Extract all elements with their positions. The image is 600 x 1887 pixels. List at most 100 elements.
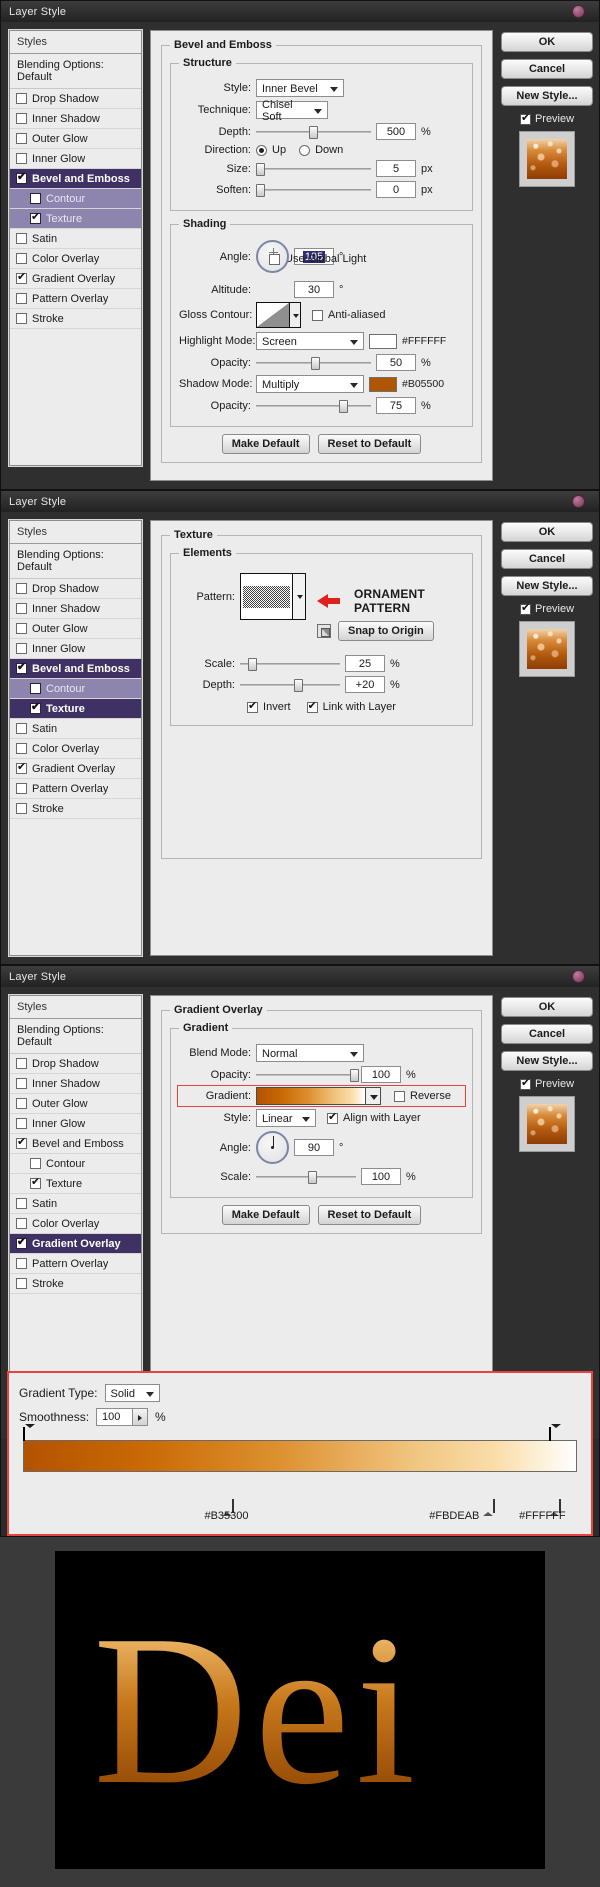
slider-knob[interactable] bbox=[248, 658, 257, 671]
checkbox-icon[interactable] bbox=[16, 643, 27, 654]
highlight-mode-select[interactable]: Screen bbox=[256, 332, 364, 350]
shadow-color-swatch[interactable] bbox=[369, 377, 397, 392]
make-default-button[interactable]: Make Default bbox=[222, 434, 310, 454]
checkbox-icon[interactable] bbox=[16, 583, 27, 594]
scale-input[interactable]: 100 bbox=[361, 1168, 401, 1185]
checkbox-icon[interactable] bbox=[16, 743, 27, 754]
checkbox-icon[interactable] bbox=[16, 783, 27, 794]
close-icon[interactable] bbox=[572, 970, 585, 983]
style-item-pattern-overlay[interactable]: Pattern Overlay bbox=[10, 289, 141, 309]
preview-row[interactable]: Preview bbox=[501, 1078, 593, 1090]
spinner-arrow-icon[interactable] bbox=[132, 1409, 147, 1425]
angle-dial[interactable] bbox=[256, 1131, 289, 1164]
style-item-color-overlay[interactable]: Color Overlay bbox=[10, 739, 141, 759]
checkbox-icon[interactable] bbox=[16, 763, 27, 774]
soften-slider[interactable] bbox=[256, 183, 371, 197]
blending-options-item[interactable]: Blending Options: Default bbox=[10, 544, 141, 579]
checkbox-icon[interactable] bbox=[30, 683, 41, 694]
invert-checkbox[interactable]: Invert bbox=[247, 701, 291, 713]
checkbox-icon[interactable] bbox=[16, 233, 27, 244]
checkbox-icon[interactable] bbox=[312, 310, 323, 321]
checkbox-icon[interactable] bbox=[16, 803, 27, 814]
opacity-input[interactable]: 100 bbox=[361, 1066, 401, 1083]
checkbox-icon[interactable] bbox=[16, 113, 27, 124]
chevron-down-icon[interactable] bbox=[293, 573, 306, 620]
checkbox-icon[interactable] bbox=[16, 93, 27, 104]
checkbox-icon[interactable] bbox=[16, 1058, 27, 1069]
new-style-button[interactable]: New Style... bbox=[501, 86, 593, 106]
close-icon[interactable] bbox=[572, 495, 585, 508]
style-item-texture[interactable]: Texture bbox=[10, 699, 141, 719]
style-item-gradient-overlay[interactable]: Gradient Overlay bbox=[10, 1234, 141, 1254]
style-item-bevel-and-emboss[interactable]: Bevel and Emboss bbox=[10, 659, 141, 679]
checkbox-icon[interactable] bbox=[16, 1258, 27, 1269]
radio-down-icon[interactable] bbox=[299, 145, 310, 156]
cancel-button[interactable]: Cancel bbox=[501, 59, 593, 79]
checkbox-icon[interactable] bbox=[394, 1091, 405, 1102]
checkbox-icon[interactable] bbox=[16, 153, 27, 164]
gloss-contour-swatch[interactable] bbox=[256, 302, 301, 328]
checkbox-icon[interactable] bbox=[16, 173, 27, 184]
checkbox-icon[interactable] bbox=[269, 254, 280, 265]
new-style-button[interactable]: New Style... bbox=[501, 576, 593, 596]
new-style-button[interactable]: New Style... bbox=[501, 1051, 593, 1071]
slider-knob[interactable] bbox=[339, 400, 348, 413]
close-icon[interactable] bbox=[572, 5, 585, 18]
style-select[interactable]: Inner Bevel bbox=[256, 79, 344, 97]
link-with-layer-checkbox[interactable]: Link with Layer bbox=[307, 701, 396, 713]
shadow-mode-select[interactable]: Multiply bbox=[256, 375, 364, 393]
style-item-contour[interactable]: Contour bbox=[10, 1154, 141, 1174]
style-item-outer-glow[interactable]: Outer Glow bbox=[10, 619, 141, 639]
checkbox-icon[interactable] bbox=[16, 293, 27, 304]
gradient-strip[interactable] bbox=[23, 1440, 577, 1472]
style-item-satin[interactable]: Satin bbox=[10, 1194, 141, 1214]
style-item-pattern-overlay[interactable]: Pattern Overlay bbox=[10, 1254, 141, 1274]
highlight-opacity-input[interactable]: 50 bbox=[376, 354, 416, 371]
size-slider[interactable] bbox=[256, 162, 371, 176]
checkbox-icon[interactable] bbox=[16, 253, 27, 264]
style-item-stroke[interactable]: Stroke bbox=[10, 1274, 141, 1294]
checkbox-icon[interactable] bbox=[247, 702, 258, 713]
angle-input[interactable]: 90 bbox=[294, 1139, 334, 1156]
snap-to-origin-button[interactable]: Snap to Origin bbox=[338, 621, 434, 641]
pattern-picker[interactable] bbox=[240, 573, 306, 620]
smoothness-input[interactable]: 100 bbox=[96, 1408, 148, 1426]
checkbox-icon[interactable] bbox=[16, 273, 27, 284]
style-item-gradient-overlay[interactable]: Gradient Overlay bbox=[10, 759, 141, 779]
opacity-slider[interactable] bbox=[256, 1068, 356, 1082]
checkbox-icon[interactable] bbox=[16, 133, 27, 144]
preview-row[interactable]: Preview bbox=[501, 603, 593, 615]
soften-input[interactable]: 0 bbox=[376, 181, 416, 198]
checkbox-icon[interactable] bbox=[30, 213, 41, 224]
preview-row[interactable]: Preview bbox=[501, 113, 593, 125]
checkbox-icon[interactable] bbox=[16, 313, 27, 324]
style-item-color-overlay[interactable]: Color Overlay bbox=[10, 249, 141, 269]
checkbox-icon[interactable] bbox=[16, 723, 27, 734]
style-item-stroke[interactable]: Stroke bbox=[10, 799, 141, 819]
checkbox-icon[interactable] bbox=[30, 703, 41, 714]
radio-up-icon[interactable] bbox=[256, 145, 267, 156]
gradient-picker[interactable] bbox=[256, 1087, 381, 1105]
slider-knob[interactable] bbox=[309, 126, 318, 139]
checkbox-icon[interactable] bbox=[30, 193, 41, 204]
checkbox-icon[interactable] bbox=[30, 1178, 41, 1189]
checkbox-icon[interactable] bbox=[16, 1138, 27, 1149]
style-item-drop-shadow[interactable]: Drop Shadow bbox=[10, 1054, 141, 1074]
gradient-opacity-stop[interactable] bbox=[23, 1428, 34, 1440]
blending-options-item[interactable]: Blending Options: Default bbox=[10, 54, 141, 89]
style-item-outer-glow[interactable]: Outer Glow bbox=[10, 129, 141, 149]
size-input[interactable]: 5 bbox=[376, 160, 416, 177]
style-item-contour[interactable]: Contour bbox=[10, 189, 141, 209]
slider-knob[interactable] bbox=[256, 184, 265, 197]
style-item-bevel-and-emboss[interactable]: Bevel and Emboss bbox=[10, 169, 141, 189]
technique-select[interactable]: Chisel Soft bbox=[256, 101, 328, 119]
checkbox-icon[interactable] bbox=[16, 1238, 27, 1249]
style-item-drop-shadow[interactable]: Drop Shadow bbox=[10, 579, 141, 599]
slider-knob[interactable] bbox=[311, 357, 320, 370]
make-default-button[interactable]: Make Default bbox=[222, 1205, 310, 1225]
checkbox-icon[interactable] bbox=[520, 114, 531, 125]
style-item-drop-shadow[interactable]: Drop Shadow bbox=[10, 89, 141, 109]
reset-to-default-button[interactable]: Reset to Default bbox=[318, 434, 422, 454]
checkbox-icon[interactable] bbox=[16, 623, 27, 634]
gradient-type-select[interactable]: Solid bbox=[105, 1384, 160, 1402]
